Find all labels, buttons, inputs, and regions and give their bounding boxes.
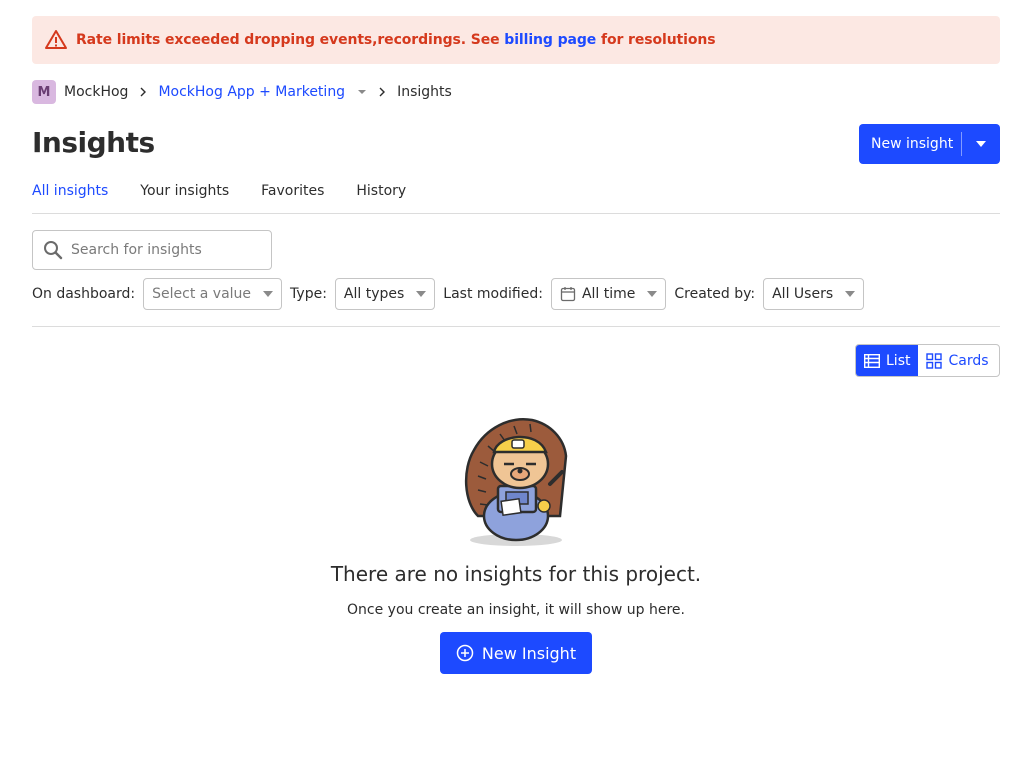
- insights-tabs: All insights Your insights Favorites His…: [32, 180, 1000, 214]
- list-view-button[interactable]: List: [856, 345, 919, 376]
- dashboard-filter-label: On dashboard:: [32, 286, 136, 302]
- breadcrumb-project-label: MockHog App + Marketing: [158, 84, 346, 100]
- empty-state-title: There are no insights for this project.: [330, 562, 702, 586]
- new-insight-split-button: New insight: [859, 124, 1000, 164]
- new-insight-cta-button[interactable]: New Insight: [439, 632, 593, 674]
- filters-row: On dashboard: Select a value Type: All t…: [32, 278, 872, 310]
- plus-circle-icon: [456, 644, 474, 662]
- caret-down-icon: [263, 291, 274, 297]
- caret-down-icon: [416, 291, 427, 297]
- grid-icon: [926, 352, 943, 369]
- chevron-right-icon: [377, 87, 387, 97]
- empty-state-subtitle: Once you create an insight, it will show…: [347, 602, 685, 618]
- tab-favorites[interactable]: Favorites: [261, 180, 324, 202]
- caret-down-icon: [357, 89, 367, 95]
- created-filter-label: Created by:: [674, 286, 756, 302]
- created-by-select[interactable]: All Users: [763, 278, 865, 310]
- warning-triangle-icon: [44, 28, 68, 52]
- created-by-select-value: All Users: [772, 286, 834, 302]
- billing-page-link[interactable]: billing page: [504, 32, 596, 48]
- dashboard-select[interactable]: Select a value: [143, 278, 283, 310]
- cards-view-button[interactable]: Cards: [918, 345, 996, 376]
- modified-filter-label: Last modified:: [443, 286, 543, 302]
- hedgehog-illustration: [464, 418, 568, 546]
- search-input[interactable]: [71, 242, 251, 258]
- banner-message: Rate limits exceeded dropping events,rec…: [76, 32, 716, 48]
- new-insight-cta-label: New Insight: [481, 643, 577, 663]
- search-icon: [43, 240, 63, 260]
- caret-down-icon: [845, 291, 856, 297]
- tab-all-insights[interactable]: All insights: [32, 180, 108, 202]
- new-insight-button[interactable]: New insight: [859, 136, 961, 152]
- cards-view-label: Cards: [948, 352, 989, 369]
- caret-down-icon: [647, 291, 658, 297]
- modified-select-value: All time: [581, 286, 636, 302]
- banner-text-after: for resolutions: [600, 32, 716, 48]
- org-avatar[interactable]: M: [32, 80, 56, 104]
- rate-limit-banner: Rate limits exceeded dropping events,rec…: [32, 16, 1000, 64]
- list-view-label: List: [886, 352, 911, 369]
- breadcrumb-org[interactable]: MockHog: [64, 84, 128, 100]
- type-select[interactable]: All types: [334, 278, 436, 310]
- page-title: Insights: [32, 126, 155, 159]
- new-insight-dropdown[interactable]: [962, 124, 1000, 164]
- calendar-icon: [560, 286, 576, 302]
- caret-down-icon: [976, 141, 986, 147]
- breadcrumb: M MockHog MockHog App + Marketing Insigh…: [32, 80, 452, 104]
- empty-state: There are no insights for this project. …: [0, 412, 1032, 674]
- list-icon: [864, 353, 880, 368]
- search-box: [32, 230, 272, 270]
- tab-history[interactable]: History: [356, 180, 406, 202]
- banner-text-before: Rate limits exceeded dropping events,rec…: [76, 32, 500, 48]
- chevron-right-icon: [138, 87, 148, 97]
- type-select-value: All types: [343, 286, 405, 302]
- view-toggle: List Cards: [855, 344, 1000, 377]
- breadcrumb-current: Insights: [397, 84, 452, 100]
- divider: [32, 326, 1000, 327]
- dashboard-select-value: Select a value: [152, 286, 252, 302]
- type-filter-label: Type:: [290, 286, 327, 302]
- tab-your-insights[interactable]: Your insights: [140, 180, 229, 202]
- modified-select[interactable]: All time: [550, 278, 667, 310]
- breadcrumb-project[interactable]: MockHog App + Marketing: [158, 84, 367, 100]
